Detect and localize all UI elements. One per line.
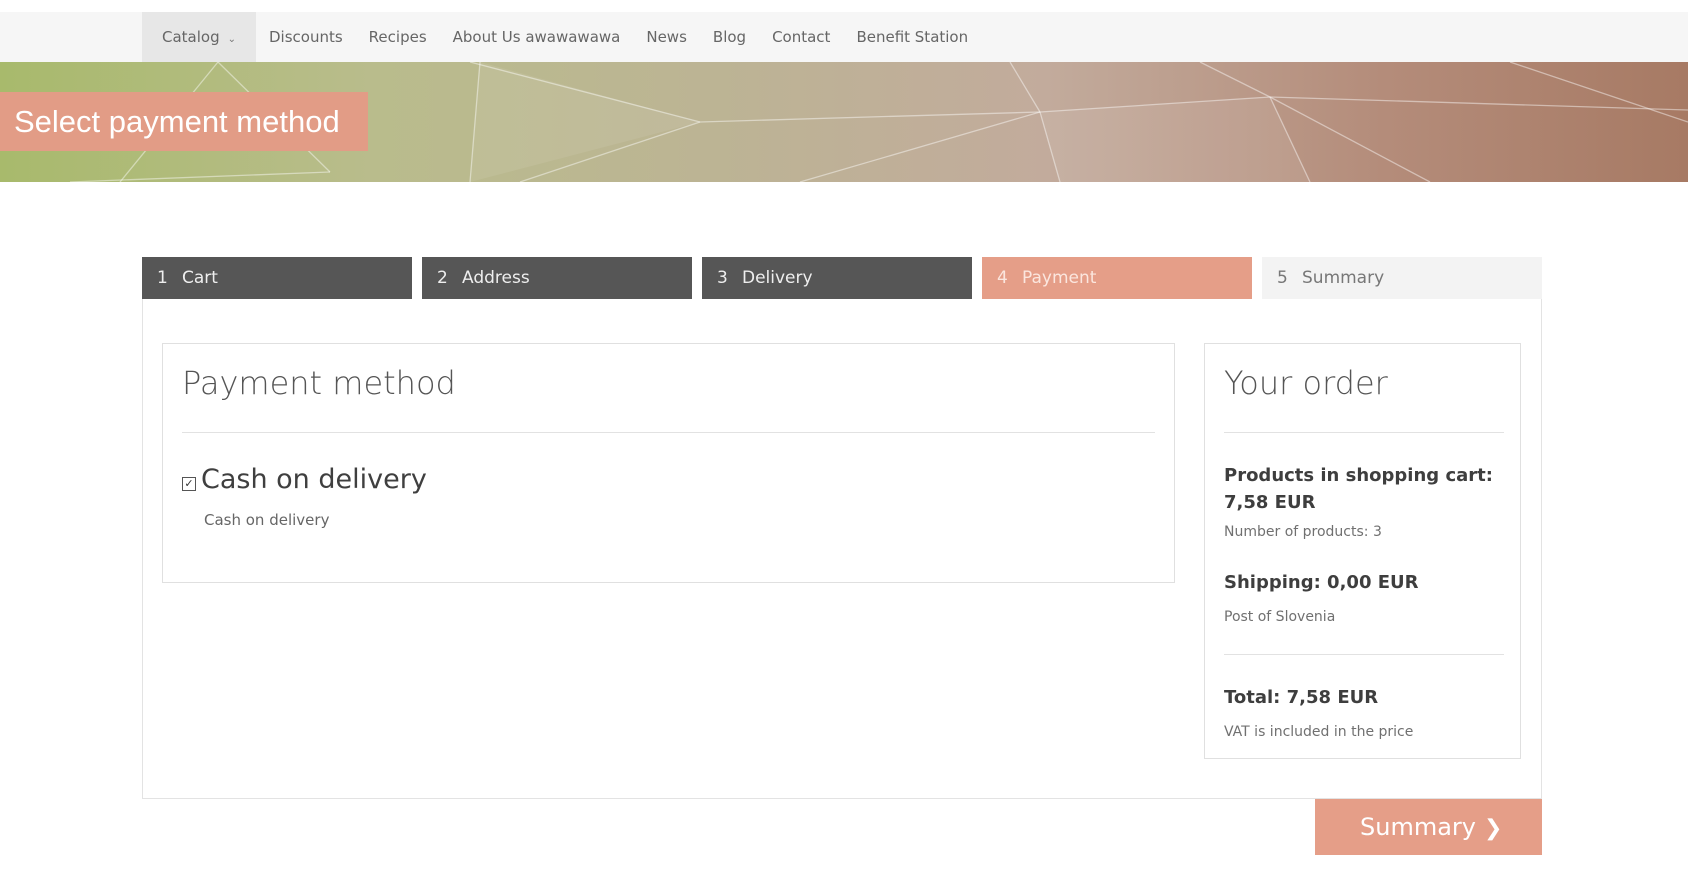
step-label: Cart	[182, 268, 218, 288]
summary-button-label: Summary	[1360, 813, 1476, 841]
order-total: Total: 7,58 EUR	[1224, 687, 1379, 708]
nav-item-catalog[interactable]: Catalog ⌄	[142, 12, 256, 62]
order-summary-panel: Your order Products in shopping cart: 7,…	[1204, 343, 1521, 759]
step-summary[interactable]: 5 Summary	[1262, 257, 1542, 299]
shipping-cost: Shipping: 0,00 EUR	[1224, 572, 1419, 593]
order-divider-top	[1224, 432, 1504, 433]
summary-button[interactable]: Summary ❯	[1315, 799, 1542, 855]
vat-note: VAT is included in the price	[1224, 724, 1414, 740]
chevron-down-icon: ⌄	[227, 34, 236, 45]
top-navbar: Catalog ⌄ Discounts Recipes About Us awaw…	[0, 12, 1688, 62]
panel-divider	[182, 432, 1155, 433]
payment-method-description: Cash on delivery	[204, 511, 330, 529]
step-label: Address	[462, 268, 530, 288]
step-payment[interactable]: 4 Payment	[982, 257, 1252, 299]
nav-item-label: Catalog	[162, 28, 220, 46]
page-title: Select payment method	[0, 92, 368, 151]
nav-item-discounts[interactable]: Discounts	[256, 12, 356, 62]
payment-method-panel: Payment method ✓ Cash on delivery Cash o…	[162, 343, 1175, 583]
step-label: Summary	[1302, 268, 1385, 288]
order-summary-title: Your order	[1224, 364, 1388, 402]
products-count: Number of products: 3	[1224, 524, 1382, 540]
nav-item-blog[interactable]: Blog	[700, 12, 759, 62]
products-total: Products in shopping cart: 7,58 EUR	[1224, 465, 1493, 513]
step-number: 3	[717, 268, 728, 288]
nav-item-benefit-station[interactable]: Benefit Station	[843, 12, 981, 62]
shipping-provider: Post of Slovenia	[1224, 609, 1336, 625]
nav-item-contact[interactable]: Contact	[759, 12, 843, 62]
step-number: 2	[437, 268, 448, 288]
hero-banner: Select payment method	[0, 62, 1688, 182]
nav-menu: Catalog ⌄ Discounts Recipes About Us awaw…	[142, 12, 981, 62]
step-delivery[interactable]: 3 Delivery	[702, 257, 972, 299]
step-number: 5	[1277, 268, 1288, 288]
cash-on-delivery-checkbox[interactable]: ✓	[182, 477, 196, 491]
payment-method-title: Payment method	[182, 364, 456, 402]
chevron-right-icon: ❯	[1483, 816, 1503, 841]
step-number: 1	[157, 268, 168, 288]
step-cart[interactable]: 1 Cart	[142, 257, 412, 299]
nav-item-news[interactable]: News	[633, 12, 700, 62]
nav-item-about-us[interactable]: About Us awawawawa	[440, 12, 634, 62]
nav-item-recipes[interactable]: Recipes	[356, 12, 440, 62]
checkout-content-frame: Payment method ✓ Cash on delivery Cash o…	[142, 299, 1542, 799]
payment-method-name[interactable]: Cash on delivery	[201, 464, 427, 495]
step-label: Payment	[1022, 268, 1097, 288]
step-number: 4	[997, 268, 1008, 288]
step-address[interactable]: 2 Address	[422, 257, 692, 299]
step-label: Delivery	[742, 268, 813, 288]
order-divider-bottom	[1224, 654, 1504, 655]
